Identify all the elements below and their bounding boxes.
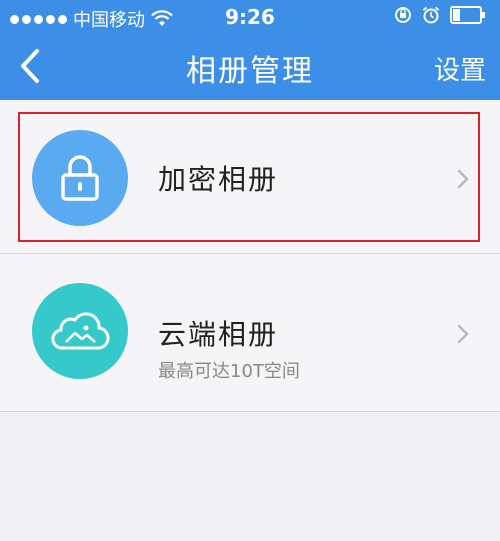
page-title: 相册管理 [186, 54, 314, 89]
battery-icon [450, 6, 485, 24]
cloud-album-subtitle: 最高可达10T空间 [158, 361, 300, 382]
lock-icon [61, 155, 99, 201]
status-right [394, 6, 486, 24]
settings-button[interactable]: 设置 [434, 50, 486, 87]
cloud-album-item[interactable]: 云端相册 最高可达10T空间 [0, 255, 500, 410]
cloud-image-icon [51, 312, 110, 350]
rotation-lock-icon [395, 7, 411, 23]
chevron-right-icon [457, 324, 469, 344]
encrypted-album-title: 加密相册 [158, 163, 279, 196]
divider [0, 253, 500, 254]
nav-bar: 相册管理 设置 [0, 34, 500, 100]
cloud-album-icon-bg [32, 283, 128, 379]
chevron-right-icon [457, 169, 469, 189]
encrypted-album-icon-bg [32, 130, 128, 226]
status-bar: 中国移动 9:26 [0, 0, 500, 34]
cloud-album-title: 云端相册 [158, 318, 279, 351]
encrypted-album-item[interactable]: 加密相册 [0, 100, 500, 252]
header: 中国移动 9:26 相册管理 设置 [0, 0, 500, 100]
alarm-icon [422, 6, 440, 24]
empty-area [0, 412, 500, 541]
